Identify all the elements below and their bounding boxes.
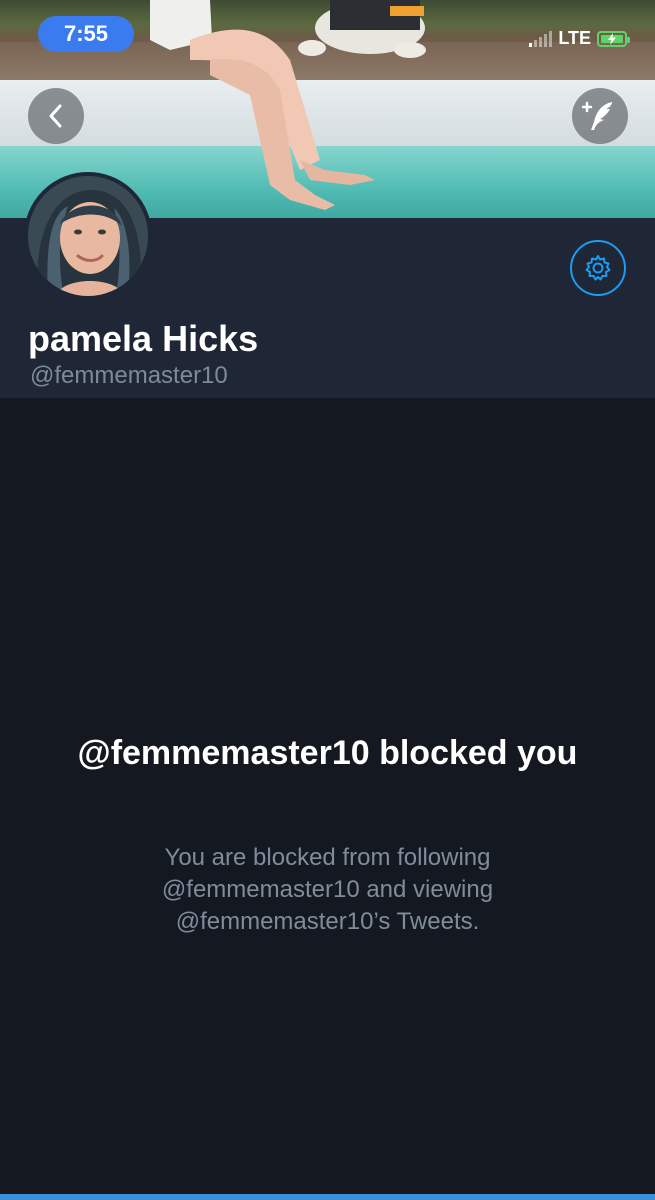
status-indicators: LTE: [529, 28, 630, 49]
battery-charging-icon: [597, 30, 630, 47]
gear-icon: [585, 255, 611, 281]
avatar[interactable]: [24, 172, 152, 300]
back-button[interactable]: [28, 88, 84, 144]
network-label: LTE: [558, 28, 591, 48]
signal-icon: [529, 30, 553, 47]
avatar-photo: [28, 176, 148, 296]
chevron-left-icon: [49, 104, 62, 128]
banner-legs: [150, 0, 375, 210]
profile-display-name: pamela Hicks: [28, 318, 259, 359]
bottom-divider: [0, 1194, 655, 1200]
profile-screen: 7:55 LTE pamela Hicks @femmemaster10 @fe…: [0, 0, 655, 1200]
compose-tweet-icon: [582, 101, 612, 130]
profile-handle: @femmemaster10: [30, 362, 228, 389]
blocked-title: @femmemaster10 blocked you: [77, 734, 578, 772]
settings-button[interactable]: [570, 240, 626, 296]
compose-tweet-button[interactable]: [572, 88, 628, 144]
blocked-description: You are blocked from following @femmemas…: [161, 844, 494, 935]
status-time: 7:55: [38, 16, 134, 52]
